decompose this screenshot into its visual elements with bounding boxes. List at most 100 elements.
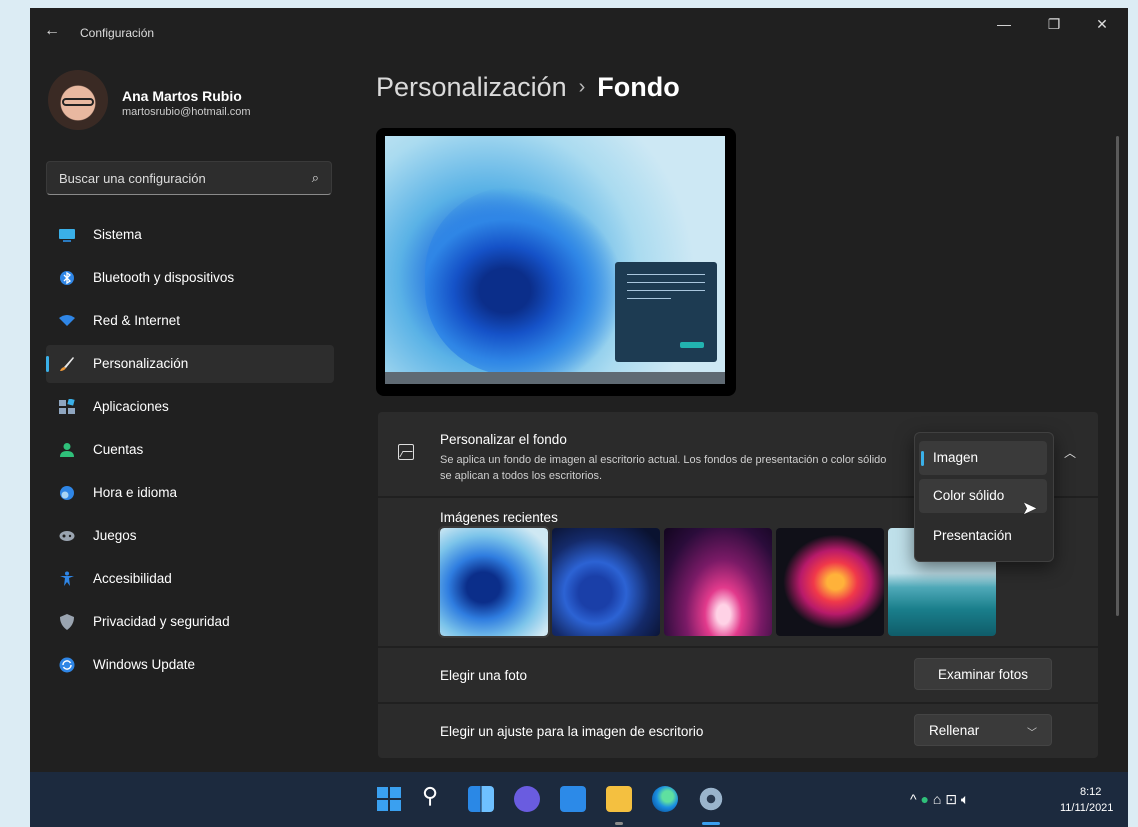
- tray-overflow-icon[interactable]: ^: [910, 791, 917, 807]
- recent-image-thumbnail[interactable]: [552, 528, 660, 636]
- taskbar-search-icon[interactable]: ⚲: [422, 783, 448, 809]
- active-app-indicator: [702, 822, 720, 825]
- shield-icon: [60, 614, 74, 630]
- browse-photos-button[interactable]: Examinar fotos: [914, 658, 1052, 690]
- sidebar-item-red[interactable]: Red & Internet: [46, 302, 334, 340]
- sidebar-item-sistema[interactable]: Sistema: [46, 216, 334, 254]
- minimize-button[interactable]: —: [992, 16, 1016, 32]
- usb-icon[interactable]: ⌂: [933, 791, 941, 807]
- preview-line: [627, 274, 705, 275]
- recent-image-thumbnail[interactable]: [664, 528, 772, 636]
- globe-clock-icon: [60, 486, 74, 500]
- dropdown-option-imagen[interactable]: Imagen: [919, 441, 1047, 475]
- back-arrow-icon[interactable]: ←: [44, 22, 60, 40]
- sidebar-item-label: Sistema: [93, 227, 142, 242]
- avatar[interactable]: [48, 70, 108, 130]
- settings-window: ← Configuración — ❐ ✕ Ana Martos Rubio m…: [30, 8, 1128, 772]
- dropdown-option-label: Imagen: [933, 450, 979, 465]
- choose-fit-row: Elegir un ajuste para la imagen de escri…: [378, 704, 1098, 758]
- scrollbar[interactable]: [1116, 136, 1119, 616]
- bluetooth-icon: [60, 271, 74, 285]
- file-explorer-icon[interactable]: [606, 786, 632, 812]
- fit-select-value: Rellenar: [929, 723, 980, 738]
- start-tile: [390, 787, 401, 798]
- sidebar-item-personalizacion[interactable]: Personalización: [46, 345, 334, 383]
- start-tile: [377, 800, 388, 811]
- app-title: Configuración: [80, 26, 155, 40]
- gamepad-icon: [59, 531, 75, 541]
- title-bar: ← Configuración — ❐ ✕: [30, 8, 1128, 60]
- start-tile: [390, 800, 401, 811]
- accessibility-icon: [60, 571, 74, 586]
- active-indicator: [46, 356, 49, 372]
- breadcrumb: Personalización › Fondo: [376, 72, 680, 103]
- card-description: Se aplica un fondo de imagen al escritor…: [440, 454, 887, 482]
- sidebar-item-label: Juegos: [93, 528, 137, 543]
- close-button[interactable]: ✕: [1090, 16, 1114, 33]
- preview-wallpaper: [385, 136, 725, 372]
- system-tray[interactable]: ^ ● ⌂ ⊡ 🔈︎: [910, 791, 969, 808]
- sidebar-item-hora[interactable]: Hora e idioma: [46, 474, 334, 512]
- background-type-dropdown[interactable]: Imagen Color sólido Presentación: [914, 432, 1054, 562]
- search-icon: ⌕: [311, 170, 319, 185]
- clock-time[interactable]: 8:12: [1080, 786, 1101, 798]
- sidebar-item-windows-update[interactable]: Windows Update: [46, 646, 334, 684]
- clock-date[interactable]: 11/11/2021: [1060, 802, 1113, 814]
- sidebar-item-privacidad[interactable]: Privacidad y seguridad: [46, 603, 334, 641]
- breadcrumb-parent[interactable]: Personalización: [376, 72, 567, 102]
- fit-select[interactable]: Rellenar ﹀: [914, 714, 1052, 746]
- sidebar-item-bluetooth[interactable]: Bluetooth y dispositivos: [46, 259, 334, 297]
- dropdown-option-presentacion[interactable]: Presentación: [919, 519, 1047, 553]
- taskbar: ⚲ ^ ● ⌂ ⊡ 🔈︎ 8:12 11/11/2021: [30, 772, 1128, 827]
- store-icon[interactable]: [560, 786, 586, 812]
- update-icon: [59, 657, 75, 673]
- settings-gear-icon[interactable]: [698, 786, 724, 812]
- defender-icon[interactable]: ●: [920, 791, 928, 807]
- edge-icon[interactable]: [652, 786, 678, 812]
- chevron-up-icon[interactable]: ︿: [1064, 444, 1076, 461]
- sidebar-item-label: Hora e idioma: [93, 485, 178, 500]
- network-icon[interactable]: ⊡: [945, 791, 957, 807]
- maximize-button[interactable]: ❐: [1042, 16, 1066, 33]
- mouse-cursor-icon: ➤: [1022, 498, 1038, 518]
- breadcrumb-separator: ›: [578, 76, 586, 98]
- search-input[interactable]: Buscar una configuración: [59, 171, 206, 186]
- monitor-icon: [59, 229, 75, 242]
- choose-photo-label: Elegir una foto: [440, 668, 528, 683]
- card-title: Personalizar el fondo: [440, 432, 567, 447]
- sidebar-item-label: Accesibilidad: [93, 571, 172, 586]
- sidebar-item-aplicaciones[interactable]: Aplicaciones: [46, 388, 334, 426]
- choose-fit-label: Elegir un ajuste para la imagen de escri…: [440, 724, 704, 739]
- start-tile: [377, 787, 388, 798]
- sidebar-item-label: Bluetooth y dispositivos: [93, 270, 235, 285]
- search-box[interactable]: Buscar una configuración ⌕: [46, 161, 332, 195]
- brush-icon: [60, 357, 74, 371]
- chat-icon[interactable]: [514, 786, 540, 812]
- sidebar-item-label: Windows Update: [93, 657, 196, 672]
- user-email: martosrubio@hotmail.com: [122, 106, 251, 118]
- avatar-glasses: [62, 98, 94, 106]
- sidebar-nav: Sistema Bluetooth y dispositivos Red & I…: [46, 216, 334, 689]
- sidebar-item-label: Aplicaciones: [93, 399, 169, 414]
- recent-image-thumbnail[interactable]: [776, 528, 884, 636]
- recent-image-thumbnail[interactable]: [438, 526, 550, 638]
- volume-icon[interactable]: 🔈︎: [961, 791, 969, 807]
- apps-icon: [59, 399, 75, 414]
- sidebar-item-label: Red & Internet: [93, 313, 181, 328]
- sidebar-item-cuentas[interactable]: Cuentas: [46, 431, 334, 469]
- selected-indicator: [921, 451, 924, 466]
- sidebar-item-juegos[interactable]: Juegos: [46, 517, 334, 555]
- preview-window: [615, 262, 717, 362]
- user-name: Ana Martos Rubio: [122, 88, 242, 104]
- picture-icon: [398, 444, 414, 460]
- dropdown-option-label: Presentación: [933, 528, 1012, 543]
- preview-button: [680, 342, 704, 348]
- widgets-icon[interactable]: [468, 786, 494, 812]
- preview-line: [627, 298, 671, 299]
- sidebar-item-label: Personalización: [93, 356, 189, 371]
- start-button[interactable]: [376, 786, 402, 812]
- sidebar-item-label: Cuentas: [93, 442, 144, 457]
- desktop-preview: [376, 128, 736, 396]
- sidebar-item-accesibilidad[interactable]: Accesibilidad: [46, 560, 334, 598]
- person-icon: [60, 443, 74, 457]
